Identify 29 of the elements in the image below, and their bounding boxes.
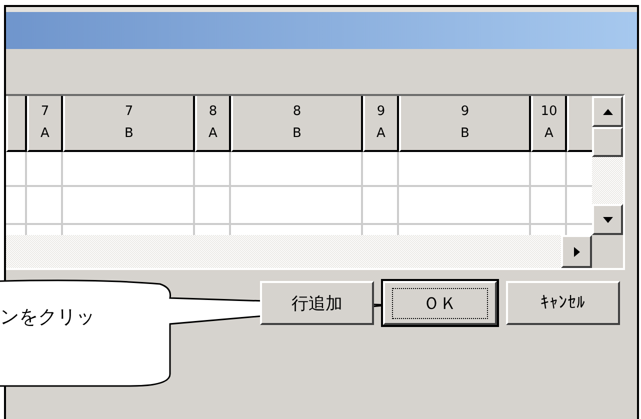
up-triangle-icon xyxy=(602,108,614,116)
callout-text: ンをクリッ xyxy=(0,305,95,330)
table-cell[interactable] xyxy=(363,187,399,225)
table-cell[interactable] xyxy=(195,187,231,225)
table-cell[interactable] xyxy=(231,187,363,225)
dialog-button[interactable]: ｷｬﾝｾﾙ xyxy=(506,281,620,325)
down-triangle-icon xyxy=(602,216,614,224)
dialog-button[interactable]: 行追加 xyxy=(260,281,374,325)
table-cell[interactable] xyxy=(399,152,531,187)
scroll-right-button[interactable] xyxy=(561,235,592,268)
scroll-thumb[interactable] xyxy=(592,127,623,157)
table-cell[interactable] xyxy=(399,187,531,225)
table-cell[interactable] xyxy=(27,187,63,225)
table-cell[interactable] xyxy=(63,152,195,187)
table-cell[interactable] xyxy=(363,152,399,187)
table-cell[interactable] xyxy=(6,187,27,225)
scroll-down-button[interactable] xyxy=(592,204,623,235)
dialog-button[interactable]: ＯＫ xyxy=(383,281,497,325)
table-cell[interactable] xyxy=(27,152,63,187)
table-cell[interactable] xyxy=(63,187,195,225)
scroll-up-button[interactable] xyxy=(592,96,623,127)
table-cell[interactable] xyxy=(531,152,567,187)
vertical-scrollbar[interactable] xyxy=(592,96,623,235)
horizontal-scrollbar[interactable] xyxy=(6,235,561,268)
table-cell[interactable] xyxy=(231,152,363,187)
right-triangle-icon xyxy=(572,246,580,258)
table-cell[interactable] xyxy=(531,187,567,225)
table-cell[interactable] xyxy=(195,152,231,187)
table-cell[interactable] xyxy=(6,152,27,187)
